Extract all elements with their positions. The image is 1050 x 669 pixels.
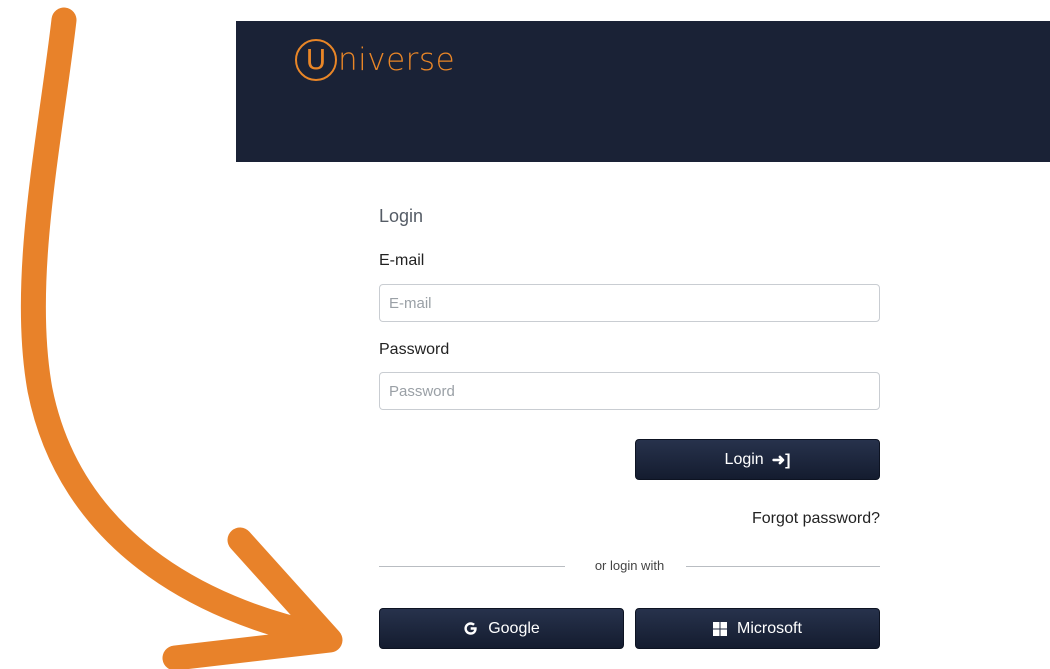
windows-logo-icon [713, 621, 728, 636]
google-button-label: Google [488, 619, 540, 637]
google-g-icon [463, 621, 478, 636]
form-title: Login [379, 206, 424, 226]
sign-in-icon: ➜] [771, 451, 791, 469]
login-button[interactable]: Login ➜] [635, 439, 880, 480]
forgot-password-link[interactable]: Forgot password? [752, 510, 880, 528]
microsoft-button-label: Microsoft [737, 619, 802, 637]
microsoft-login-button[interactable]: Microsoft [635, 608, 880, 649]
or-login-divider: or login with [379, 558, 880, 574]
logo-circle: U [295, 39, 337, 81]
password-label: Password [379, 341, 450, 358]
email-input[interactable] [379, 284, 880, 322]
universe-logo: U niverse [295, 37, 455, 83]
email-label: E-mail [379, 252, 425, 269]
divider-line-right [686, 566, 880, 567]
logo-text: niverse [338, 41, 456, 78]
logo-letter: U [305, 43, 327, 76]
login-button-label: Login [724, 450, 764, 468]
google-login-button[interactable]: Google [379, 608, 624, 649]
password-input[interactable] [379, 372, 880, 410]
